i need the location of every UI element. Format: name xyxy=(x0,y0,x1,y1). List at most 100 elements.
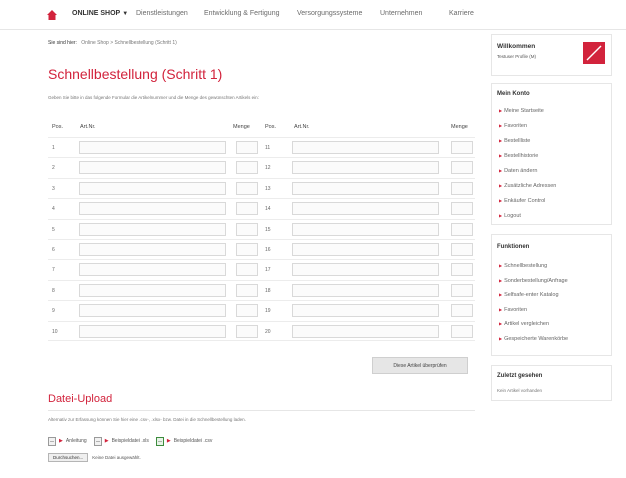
quantity-input[interactable] xyxy=(451,202,473,216)
order-rows: 1 11 2 12 3 13 4 14 5 15 6 16 7 17 8 18 9 19 10 20 xyxy=(48,137,475,341)
quantity-input[interactable] xyxy=(451,324,473,338)
page-title: Schnellbestellung (Schritt 1) xyxy=(48,66,223,82)
quantity-input[interactable] xyxy=(236,222,258,236)
download-links: ▶ Anleitung ▶ Beispieldatei .xls ▶ Beisp… xyxy=(48,436,212,446)
quantity-input[interactable] xyxy=(236,141,258,154)
welcome-box: Willkommen Testuser Profile (M) xyxy=(491,34,612,76)
header-qty-right: Menge xyxy=(451,124,468,130)
quantity-input[interactable] xyxy=(451,141,473,154)
account-item-label: Enkäufer Control xyxy=(504,198,546,204)
functions-item[interactable]: ▶ Artikel vergleichen xyxy=(499,321,549,327)
functions-item[interactable]: ▶ Schnellbestellung xyxy=(499,263,547,269)
article-number-input[interactable] xyxy=(292,161,439,175)
article-number-input[interactable] xyxy=(79,161,226,175)
bullet-arrow-icon: ▶ xyxy=(499,123,503,128)
article-number-input[interactable] xyxy=(292,242,439,256)
article-number-input[interactable] xyxy=(292,202,439,216)
quantity-input[interactable] xyxy=(236,324,258,338)
nav-item-versorgungssysteme[interactable]: Versorgungssysteme xyxy=(297,10,362,17)
nav-item-unternehmen[interactable]: Unternehmen xyxy=(380,10,422,17)
bullet-arrow-icon: ▶ xyxy=(499,263,503,268)
welcome-user: Testuser Profile (M) xyxy=(497,54,537,59)
quantity-input[interactable] xyxy=(236,304,258,318)
link-example-xls[interactable]: Beispieldatei .xls xyxy=(112,438,149,444)
link-anleitung[interactable]: Anleitung xyxy=(66,438,87,444)
account-item[interactable]: ▶ Logout xyxy=(499,213,521,219)
functions-item[interactable]: ▶ Favoriten xyxy=(499,307,527,313)
row-position: 14 xyxy=(265,206,271,213)
chevron-down-icon: ▼ xyxy=(122,11,129,17)
article-number-input[interactable] xyxy=(292,181,439,195)
breadcrumb: Sie sind hier: Online Shop > Schnellbest… xyxy=(48,40,177,46)
article-number-input[interactable] xyxy=(79,283,226,297)
arrow-right-icon: ▶ xyxy=(104,438,109,444)
article-number-input[interactable] xyxy=(79,304,226,318)
row-position: 10 xyxy=(52,328,58,335)
article-number-input[interactable] xyxy=(79,222,226,236)
article-number-input[interactable] xyxy=(79,181,226,195)
account-item-label: Bestellliste xyxy=(504,138,531,144)
row-position: 6 xyxy=(52,246,55,253)
account-item[interactable]: ▶ Favoriten xyxy=(499,123,527,129)
check-articles-button[interactable]: Diese Artikel überprüfen xyxy=(372,357,468,374)
nav-item-dienstleistungen[interactable]: Dienstleistungen xyxy=(136,10,188,17)
table-row: 9 19 xyxy=(48,300,475,320)
article-number-input[interactable] xyxy=(292,263,439,277)
row-position: 1 xyxy=(52,145,55,151)
header-pos-left: Pos. xyxy=(52,124,64,130)
article-number-input[interactable] xyxy=(292,324,439,338)
choose-file-button[interactable]: Durchsuchen... xyxy=(48,452,89,462)
functions-item[interactable]: ▶ Gespeicherte Warenkörbe xyxy=(499,336,568,342)
quantity-input[interactable] xyxy=(236,283,258,297)
row-position: 7 xyxy=(52,267,55,274)
table-row: 10 20 xyxy=(48,320,475,341)
account-title: Mein Konto xyxy=(497,91,530,97)
link-example-csv[interactable]: Beispieldatei .csv xyxy=(174,438,213,444)
row-position: 16 xyxy=(265,246,271,253)
article-number-input[interactable] xyxy=(79,141,226,154)
home-icon[interactable] xyxy=(47,10,57,20)
nav-item-online-shop[interactable]: ONLINE SHOP ▼ xyxy=(72,10,128,17)
account-item[interactable]: ▶ Enkäufer Control xyxy=(499,198,545,204)
nav-item-entwicklung[interactable]: Entwicklung & Fertigung xyxy=(204,10,279,17)
article-number-input[interactable] xyxy=(79,242,226,256)
row-position: 5 xyxy=(52,226,55,233)
account-item[interactable]: ▶ Bestellhistorie xyxy=(499,153,538,159)
article-number-input[interactable] xyxy=(79,324,226,338)
article-number-input[interactable] xyxy=(292,304,439,318)
quantity-input[interactable] xyxy=(236,161,258,175)
row-position: 17 xyxy=(265,267,271,274)
functions-box: Funktionen ▶ Schnellbestellung ▶ Sonderbest… xyxy=(491,234,612,356)
quantity-input[interactable] xyxy=(451,304,473,318)
account-item[interactable]: ▶ Meine Startseite xyxy=(499,108,544,114)
account-item[interactable]: ▶ Zusätzliche Adressen xyxy=(499,183,556,189)
quantity-input[interactable] xyxy=(451,283,473,297)
quantity-input[interactable] xyxy=(451,242,473,256)
account-item-label: Daten ändern xyxy=(504,168,538,174)
nav-item-karriere[interactable]: Karriere xyxy=(449,10,474,17)
table-row: 7 17 xyxy=(48,259,475,279)
quantity-input[interactable] xyxy=(451,222,473,236)
bullet-arrow-icon: ▶ xyxy=(499,335,503,341)
article-number-input[interactable] xyxy=(292,283,439,297)
quantity-input[interactable] xyxy=(451,263,473,277)
article-number-input[interactable] xyxy=(79,202,226,216)
bullet-arrow-icon: ▶ xyxy=(499,213,503,218)
table-row: 4 14 xyxy=(48,198,475,218)
breadcrumb-path[interactable]: Online Shop > Schnellbestellung (Schritt… xyxy=(81,40,176,46)
quantity-input[interactable] xyxy=(451,161,473,175)
quantity-input[interactable] xyxy=(451,181,473,195)
quantity-input[interactable] xyxy=(236,242,258,256)
upload-description: Alternativ zur Erfassung können Sie hier… xyxy=(48,417,246,422)
article-number-input[interactable] xyxy=(79,263,226,277)
account-item[interactable]: ▶ Daten ändern xyxy=(499,168,537,174)
functions-item[interactable]: ▶ Selfsafe-enter Katalog xyxy=(499,292,559,298)
quantity-input[interactable] xyxy=(236,202,258,216)
article-number-input[interactable] xyxy=(292,141,439,154)
quantity-input[interactable] xyxy=(236,181,258,195)
functions-item[interactable]: ▶ Sonderbestellung/Anfrage xyxy=(499,278,568,284)
account-item[interactable]: ▶ Bestellliste xyxy=(499,138,530,144)
functions-title: Funktionen xyxy=(497,244,530,250)
quantity-input[interactable] xyxy=(236,263,258,277)
article-number-input[interactable] xyxy=(292,222,439,236)
